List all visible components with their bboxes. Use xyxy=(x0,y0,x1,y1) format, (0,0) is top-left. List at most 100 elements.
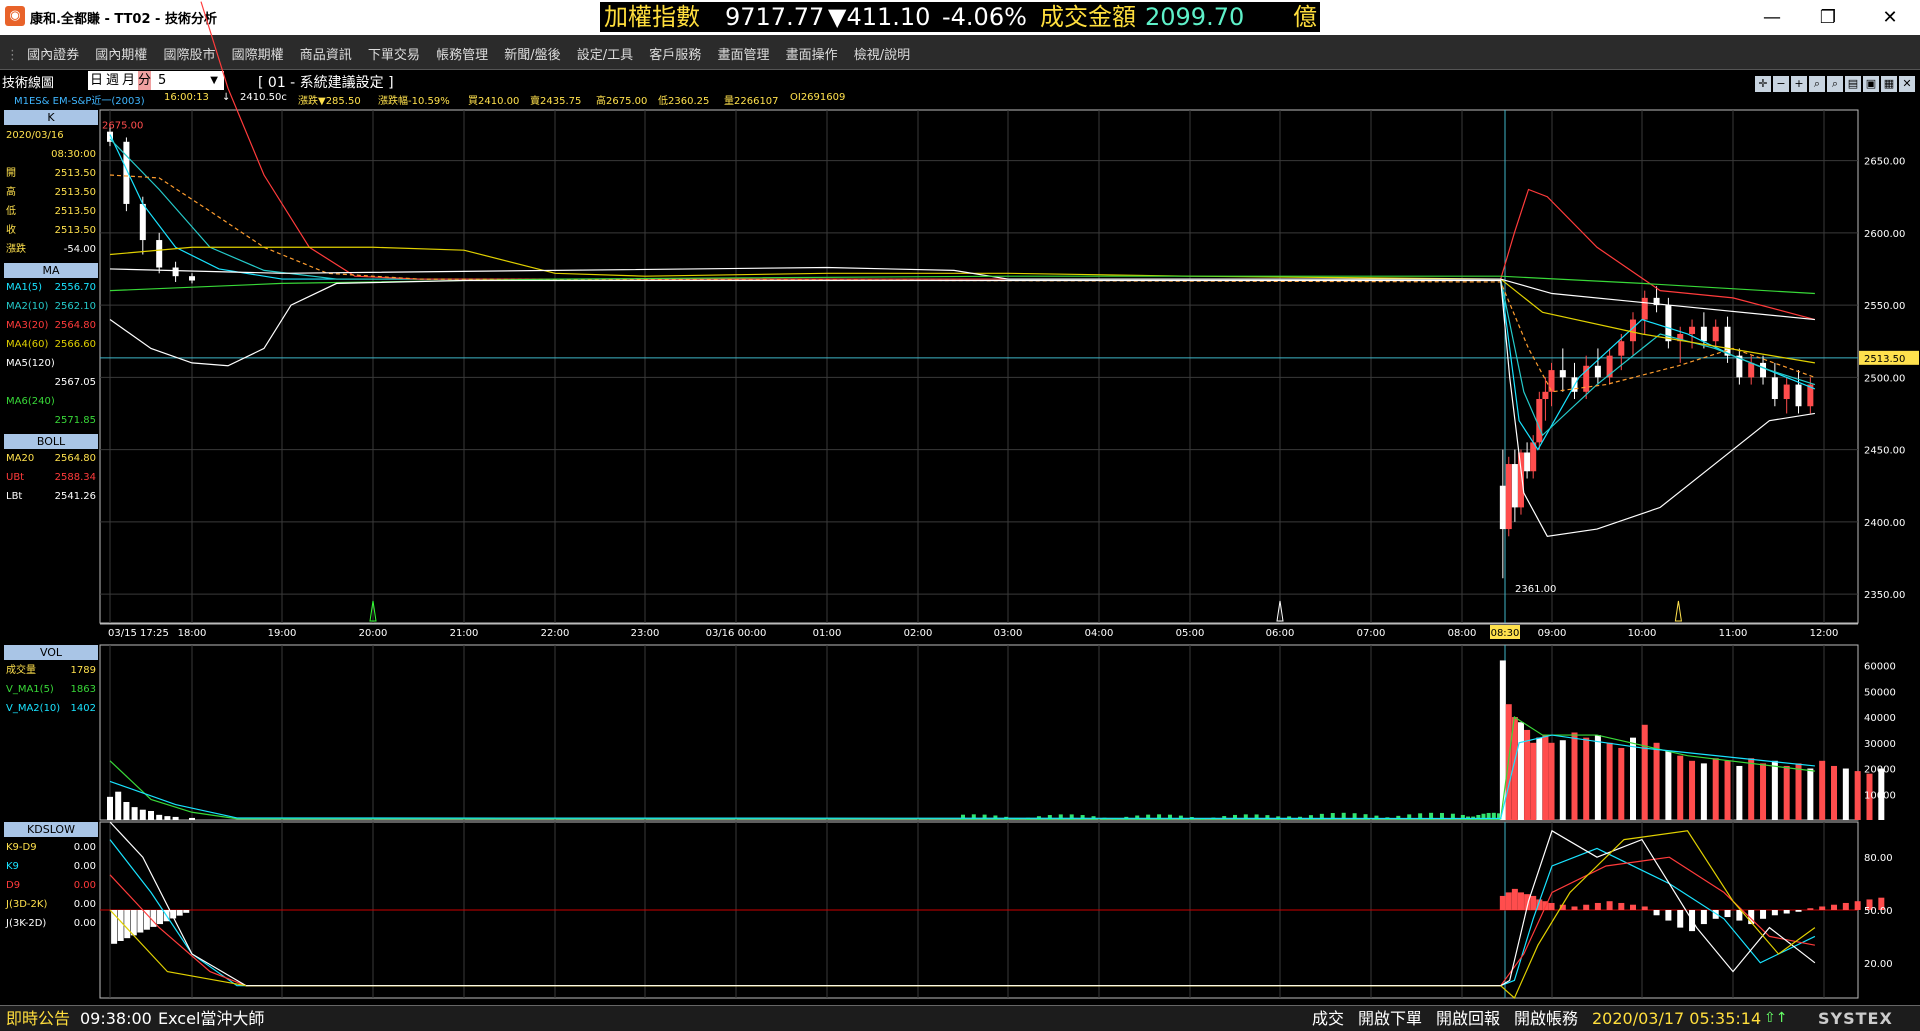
kd-hist-bar xyxy=(1760,910,1767,919)
status-announcement[interactable]: 即時公告 xyxy=(6,1006,70,1031)
volume-bar xyxy=(1641,724,1648,820)
kd-hist-bar xyxy=(1854,901,1861,910)
time-tick-label: 11:00 xyxy=(1719,628,1748,639)
status-news-time: 09:38:00 xyxy=(80,1009,152,1028)
kd-hist-bar xyxy=(124,910,131,939)
time-tick-label: 05:00 xyxy=(1176,628,1205,639)
volume-bar xyxy=(1653,742,1660,820)
time-tick-label: 04:00 xyxy=(1085,628,1114,639)
volume-bar xyxy=(1771,760,1778,820)
low-price-label: 2361.00 xyxy=(1515,584,1556,595)
status-open-account[interactable]: 開啟帳務 xyxy=(1514,1006,1578,1031)
kd-hist-bar xyxy=(1499,895,1506,910)
volume-bar xyxy=(1724,760,1731,820)
chart-area[interactable]: 2650.00 2600.00 2550.00 2500.00 2450.00 2400.… xyxy=(0,0,1920,1005)
volume-bar xyxy=(1630,737,1636,820)
time-tick-label: 18:00 xyxy=(178,628,207,639)
kd-hist-bar xyxy=(1653,910,1660,916)
time-tick-label: 12:00 xyxy=(1810,628,1839,639)
ma2-line xyxy=(109,138,1816,437)
kd-hist-bar xyxy=(1583,904,1590,910)
kd-panel xyxy=(100,821,1885,999)
candle-body xyxy=(1530,442,1537,472)
kd-j2-line xyxy=(109,830,1816,999)
kd-d-line xyxy=(109,856,1816,987)
candle-body xyxy=(1700,326,1707,342)
time-tick-label: 07:00 xyxy=(1357,628,1386,639)
kd-hist-bar xyxy=(1665,910,1672,921)
candle-body xyxy=(1760,362,1767,378)
volume-bar xyxy=(1736,765,1743,820)
status-open-order[interactable]: 開啟下單 xyxy=(1358,1006,1422,1031)
event-marker-icon xyxy=(1674,600,1682,622)
volume-bar xyxy=(1517,722,1524,820)
status-datetime: 2020/03/17 05:35:14 xyxy=(1592,1009,1762,1028)
volume-tick-label: 50000 xyxy=(1864,687,1896,698)
volume-bar xyxy=(1748,758,1755,820)
brand-logo: SYSTEX xyxy=(1818,1009,1893,1028)
price-tick-label: 2400.00 xyxy=(1864,518,1905,529)
candle-body xyxy=(1771,377,1778,400)
candle-body xyxy=(1499,485,1506,530)
kd-k-line xyxy=(109,839,1816,987)
kd-tick-label: 20.00 xyxy=(1864,959,1893,970)
boll-lower-line xyxy=(109,279,1815,537)
last-price-label: 2513.50 xyxy=(1864,354,1905,365)
volume-bar xyxy=(139,809,146,820)
panel-frame xyxy=(99,644,1859,821)
candle-body xyxy=(1542,391,1549,400)
candle-body xyxy=(1524,452,1531,472)
status-open-report[interactable]: 開啟回報 xyxy=(1436,1006,1500,1031)
volume-bar xyxy=(1842,768,1849,820)
volume-ma2-line xyxy=(109,734,1815,820)
kd-hist-bar xyxy=(1530,895,1537,910)
time-tick-label: 10:00 xyxy=(1628,628,1657,639)
kd-hist-bar xyxy=(1724,910,1731,918)
grid-lines xyxy=(100,110,1858,998)
volume-bar xyxy=(172,816,179,820)
candle-body xyxy=(1548,370,1555,392)
candle-body xyxy=(1689,326,1696,334)
volume-bar xyxy=(131,807,138,820)
volume-bar xyxy=(1559,740,1566,820)
volume-bar xyxy=(123,801,130,820)
high-price-label: 2675.00 xyxy=(102,120,143,131)
candle-body xyxy=(1618,341,1625,356)
volume-tick-label: 30000 xyxy=(1864,739,1896,750)
kd-hist-bar xyxy=(1783,910,1790,914)
time-tick-label: 22:00 xyxy=(541,628,570,639)
kd-hist-bar xyxy=(1517,892,1524,910)
volume-bar xyxy=(107,796,113,820)
kd-hist-bar xyxy=(137,910,144,933)
status-bar: 即時公告 09:38:00 Excel當沖大師 成交 開啟下單 開啟回報 開啟帳… xyxy=(0,1005,1920,1031)
status-news[interactable]: Excel當沖大師 xyxy=(158,1006,264,1031)
volume-bar xyxy=(1536,737,1543,820)
kd-hist-bar xyxy=(1807,908,1814,910)
volume-tick-label: 20000 xyxy=(1864,765,1896,776)
status-fills[interactable]: 成交 xyxy=(1312,1006,1344,1031)
volume-bar xyxy=(1594,735,1601,820)
volume-panel xyxy=(107,660,1885,820)
ma3b-line xyxy=(109,174,1816,393)
volume-bar xyxy=(115,791,122,820)
volume-bar xyxy=(164,816,171,820)
volume-bar xyxy=(1524,729,1531,820)
kd-hist-bar xyxy=(1700,910,1707,925)
volume-bar xyxy=(1583,737,1590,820)
price-tick-label: 2500.00 xyxy=(1864,373,1905,384)
time-tick-label: 03:00 xyxy=(994,628,1023,639)
candle-body xyxy=(172,267,179,277)
price-panel xyxy=(100,1,1858,998)
candle-body xyxy=(1536,399,1543,443)
candle-body xyxy=(1559,370,1566,378)
time-tick-label: 08:00 xyxy=(1448,628,1477,639)
kd-hist-bar xyxy=(117,910,124,941)
candle-body xyxy=(1511,464,1518,508)
time-tick-label: 08:30 xyxy=(1491,628,1520,639)
volume-bar xyxy=(1712,758,1719,820)
volume-tick-label: 10000 xyxy=(1864,790,1896,801)
price-tick-label: 2350.00 xyxy=(1864,590,1905,601)
candle-body xyxy=(1517,452,1524,508)
volume-tick-label: 40000 xyxy=(1864,713,1896,724)
panel-frames xyxy=(99,109,1859,999)
